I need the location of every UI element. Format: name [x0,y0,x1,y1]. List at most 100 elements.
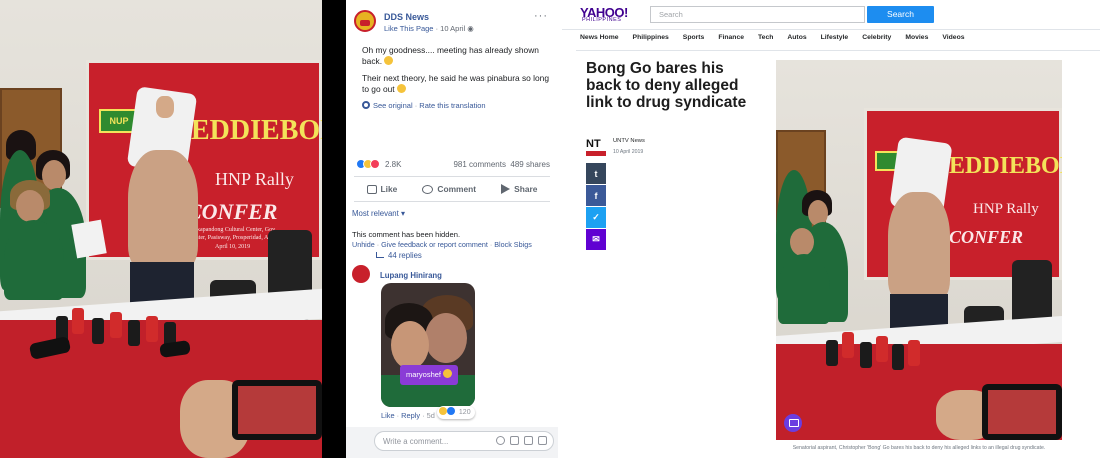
nav-lifestyle[interactable]: Lifestyle [821,34,849,41]
reply-arrow-icon [376,252,384,258]
banner-venue-2: Center, Pasisway, Prosperidad, Ag. [189,235,273,241]
nav-celebrity[interactable]: Celebrity [862,34,891,41]
facebook-share-button[interactable]: f [586,185,606,206]
hidden-comment-text: This comment has been hidden. [352,230,461,239]
untv-logo[interactable]: NT [586,138,608,156]
comment-like-link[interactable]: Like [381,411,395,420]
comment-composer: Write a comment... [346,427,558,458]
page-name-link[interactable]: DDS News [384,12,429,22]
facebook-icon: f [594,190,598,201]
rate-translation-link[interactable]: Rate this translation [419,101,485,110]
search-input[interactable]: Search [650,6,865,23]
sort-label: Most relevant [352,209,399,218]
photo-banner-title: EDDIEBON [949,153,1062,179]
twitter-share-button[interactable]: ✓ [586,207,606,228]
nav-philippines[interactable]: Philippines [633,34,669,41]
comment-age: 5d [426,411,435,420]
caret-down-icon: ▾ [400,209,405,218]
see-original-link[interactable]: See original [373,101,413,110]
comments-count[interactable]: 981 comments [453,160,505,169]
replies-count: 44 replies [388,251,422,260]
comment-input[interactable]: Write a comment... [374,431,554,451]
gif-icon[interactable] [524,436,533,445]
love-reaction-icon [370,159,380,169]
banner-venue: Makapandong Cultural Center, Gov. [189,227,277,233]
emoji-icon[interactable] [496,436,505,445]
comment-reaction-count: 120 [458,409,471,416]
comment-reactions-badge[interactable]: 120 [437,406,475,419]
nav-tech[interactable]: Tech [758,34,773,41]
shares-count[interactable]: 489 shares [510,160,550,169]
yahoo-region: PHILIPPINES [582,17,622,23]
banner-subtitle: HNP Rally [215,169,294,189]
comment-label: Comment [437,184,477,194]
post-meta: Like This Page · 10 April ◉ [384,24,474,33]
black-divider [322,0,346,458]
nav-movies[interactable]: Movies [905,34,928,41]
gear-icon [362,101,370,109]
yahoo-news-page: YAHOO! PHILIPPINES Search Search News Ho… [562,0,1100,458]
globe-icon: ◉ [467,24,474,33]
camera-icon[interactable] [510,436,519,445]
like-button[interactable]: Like [366,184,397,194]
article-photo[interactable]: EDDIEBON HNP Rally CONFER [776,60,1062,440]
hidden-comment-links: Unhide · Give feedback or report comment… [352,240,532,249]
source-name[interactable]: UNTV News [613,138,645,144]
nav-autos[interactable]: Autos [787,34,806,41]
grin-emoji-icon [396,84,406,93]
tumblr-share-button[interactable]: t [586,163,606,184]
unhide-link[interactable]: Unhide [352,240,375,249]
page-avatar[interactable] [354,10,376,32]
search-button[interactable]: Search [867,6,934,23]
laughing-emoji-icon [384,56,394,65]
twitter-icon: ✓ [592,212,600,222]
view-replies-link[interactable]: 44 replies [376,251,422,260]
gallery-icon[interactable] [784,414,802,432]
comment-actions: Like · Reply · 5d [381,411,435,420]
article-headline: Bong Go bares his back to deny alleged l… [586,60,747,111]
photo-banner-subtitle-2: CONFER [949,227,1024,247]
nav-sports[interactable]: Sports [683,34,705,41]
search-placeholder: Search [659,10,683,19]
banner-subtitle-2: CONFER [187,199,278,224]
mail-icon: ✉ [592,234,600,244]
hidden-comment: This comment has been hidden. Unhide · G… [352,230,552,250]
sticker-icon[interactable] [538,436,547,445]
comment-image[interactable]: maryoshef [381,283,475,407]
nav-videos[interactable]: Videos [942,34,964,41]
like-reaction-icon [446,407,455,415]
source-date: 10 April 2019 [613,149,644,155]
commenter-avatar[interactable] [352,265,370,283]
thumbs-up-icon [366,184,377,194]
speech-bubble-icon [422,184,434,194]
post-text-2: Their next theory, he said he was pinabu… [362,73,549,94]
post-action-bar: Like Comment Share [354,180,550,198]
comments-shares-count: 981 comments 489 shares [453,160,550,169]
facebook-post-panel: DDS News Like This Page · 10 April ◉ ···… [346,0,558,458]
share-label: Share [514,184,538,194]
reaction-count[interactable]: 2.8K [385,160,401,169]
yahoo-header: YAHOO! PHILIPPINES Search Search [562,0,1100,30]
comment-placeholder: Write a comment... [383,437,449,446]
mail-share-button[interactable]: ✉ [586,229,606,250]
commenter-name[interactable]: Lupang Hinirang [380,271,442,280]
like-page-link[interactable]: Like This Page [384,24,433,33]
more-options-icon[interactable]: ··· [534,10,548,22]
block-user-link[interactable]: Block Sbigs [494,240,532,249]
nav-news-home[interactable]: News Home [580,34,619,41]
comment-sort-dropdown[interactable]: Most relevant ▾ [352,209,405,218]
comment-reply-link[interactable]: Reply [401,411,420,420]
photo-banner-subtitle: HNP Rally [973,201,1039,217]
sticker-label: maryoshef [400,365,459,385]
post-date[interactable]: 10 April [440,24,465,33]
composer-icons [496,436,547,445]
banner-date: April 10, 2019 [215,244,251,250]
post-stats: 2.8K 981 comments 489 shares [356,159,550,173]
screenshot-collage: NUP EDDIEBON HNP Rally CONFER Makapandon… [0,0,1100,458]
give-feedback-link[interactable]: Give feedback or report comment [381,240,488,249]
nav-finance[interactable]: Finance [718,34,744,41]
post-body: Oh my goodness.... meeting has already s… [362,45,550,101]
comment-button[interactable]: Comment [422,184,476,194]
tumblr-icon: t [594,168,598,179]
share-button[interactable]: Share [501,184,537,194]
